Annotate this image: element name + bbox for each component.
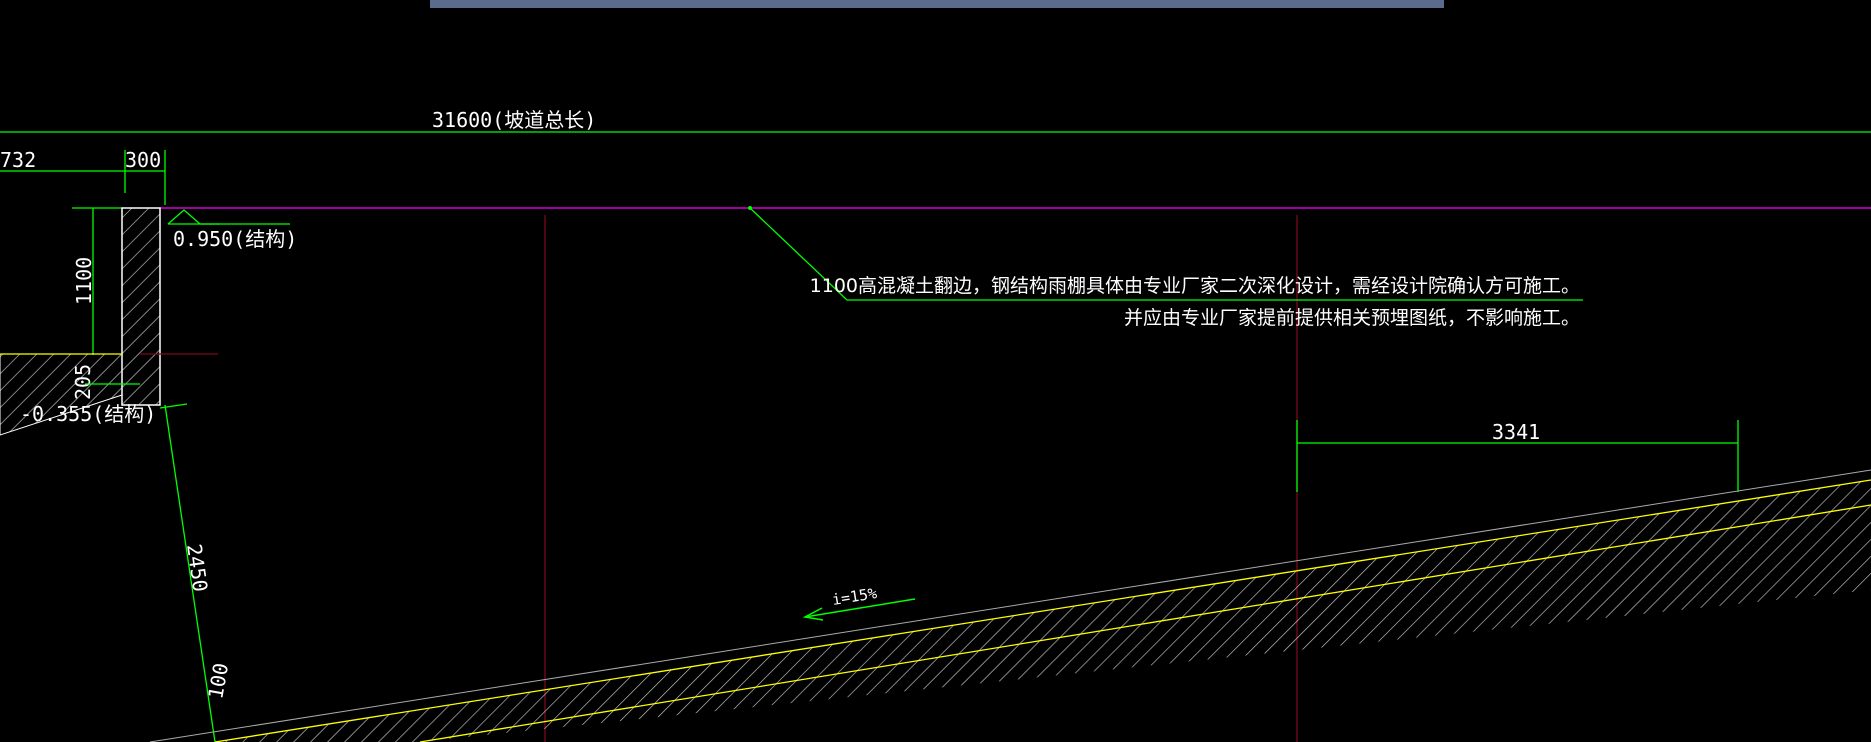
wall-width-label: 300 (125, 148, 161, 172)
elevation-bottom-label: -0.355(结构) (20, 402, 156, 426)
slope-height-label: 2450 (182, 542, 212, 593)
top-window-bar (430, 0, 1444, 8)
concrete-upturn-wall (121, 207, 161, 406)
partial-length-label: 732 (0, 148, 36, 172)
elevation-top-label: 0.950(结构) (173, 227, 297, 251)
slope-label: i=15% (831, 584, 878, 609)
total-length-label: 31600(坡道总长) (432, 108, 596, 132)
dimension-tick (159, 403, 188, 409)
bottom-dimension-label: 100 (203, 661, 233, 701)
elevation-marker-top (167, 209, 220, 225)
wall-height-label: 1100 (72, 257, 96, 305)
note-leader-dot (748, 206, 752, 210)
ramp-bottom-edge (419, 504, 1871, 742)
cad-drawing-canvas[interactable]: 31600(坡道总长) 732 300 0.950(结构) 1100 205 -… (0, 0, 1871, 742)
note-line-1: 1100高混凝土翻边，钢结构雨棚具体由专业厂家二次深化设计，需经设计院确认方可施… (810, 275, 1580, 297)
horizontal-dimension-label: 3341 (1492, 420, 1540, 444)
step-dimension-label: 205 (71, 364, 95, 400)
note-line-2: 并应由专业厂家提前提供相关预埋图纸，不影响施工。 (1124, 307, 1580, 329)
